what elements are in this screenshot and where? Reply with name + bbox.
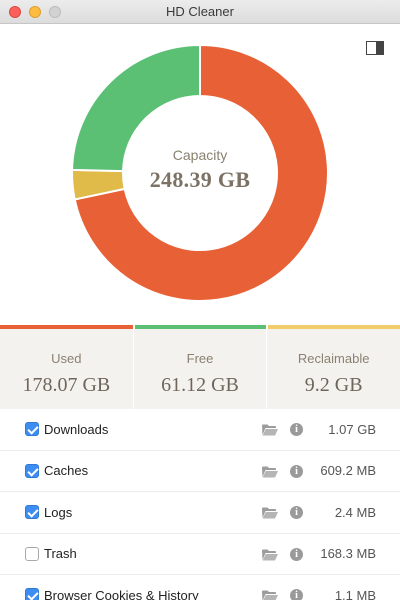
folder-icon[interactable]	[262, 424, 278, 436]
item-label: Logs	[44, 504, 73, 520]
item-size: 1.07 GB	[328, 421, 376, 437]
stat-label: Reclaimable	[297, 351, 370, 366]
info-icon[interactable]: i	[290, 464, 303, 478]
window-title: HD Cleaner	[166, 4, 234, 19]
caches-checkbox[interactable]	[25, 463, 39, 478]
item-label: Trash	[44, 546, 77, 562]
item-size: 609.2 MB	[320, 463, 376, 479]
item-size: 2.4 MB	[334, 504, 376, 520]
item-label: Downloads	[44, 421, 109, 437]
cleanup-items-list: Downloads i 1.07 GB Caches i 609.2 MB Lo…	[0, 409, 400, 600]
stat-label: Free	[186, 351, 214, 366]
item-size: 1.1 MB	[334, 587, 376, 600]
stat-value: 178.07 GB	[22, 374, 111, 396]
stat-value: 61.12 GB	[161, 374, 239, 396]
browser-cookies-checkbox[interactable]	[25, 588, 39, 600]
stat-free: Free 61.12 GB	[134, 329, 268, 409]
title-bar: HD Cleaner	[0, 0, 400, 24]
list-item-logs: Logs i 2.4 MB	[0, 492, 400, 534]
app-window: HD Cleaner Capacity 248.39 GB Used 178.0…	[0, 0, 400, 600]
stat-value: 9.2 GB	[304, 374, 363, 396]
list-item-browser-cookies: Browser Cookies & History i 1.1 MB	[0, 575, 400, 600]
list-item-downloads: Downloads i 1.07 GB	[0, 409, 400, 451]
list-item-caches: Caches i 609.2 MB	[0, 451, 400, 492]
downloads-checkbox[interactable]	[25, 422, 39, 437]
info-icon[interactable]: i	[290, 589, 303, 600]
stat-used: Used 178.07 GB	[0, 329, 134, 409]
list-item-trash: Trash i 168.3 MB	[0, 534, 400, 575]
folder-icon[interactable]	[262, 590, 278, 600]
donut-segment-free	[72, 45, 201, 173]
sidebar-toggle-icon[interactable]	[366, 41, 384, 55]
trash-checkbox[interactable]	[25, 546, 39, 561]
storage-stats: Used 178.07 GB Free 61.12 GB Reclaimable…	[0, 329, 400, 409]
stat-reclaimable: Reclaimable 9.2 GB	[267, 329, 400, 409]
info-icon[interactable]: i	[290, 506, 303, 519]
folder-icon[interactable]	[262, 507, 278, 519]
folder-icon[interactable]	[262, 549, 278, 561]
item-size: 168.3 MB	[320, 546, 376, 562]
folder-icon[interactable]	[262, 466, 278, 478]
stat-label: Used	[51, 351, 82, 366]
logs-checkbox[interactable]	[25, 505, 39, 520]
item-label: Caches	[44, 463, 89, 479]
item-label: Browser Cookies & History	[44, 587, 199, 600]
info-icon[interactable]: i	[290, 547, 303, 561]
capacity-chart-area: Capacity 248.39 GB	[0, 24, 400, 325]
capacity-donut-chart	[72, 45, 328, 301]
info-icon[interactable]: i	[290, 423, 303, 436]
